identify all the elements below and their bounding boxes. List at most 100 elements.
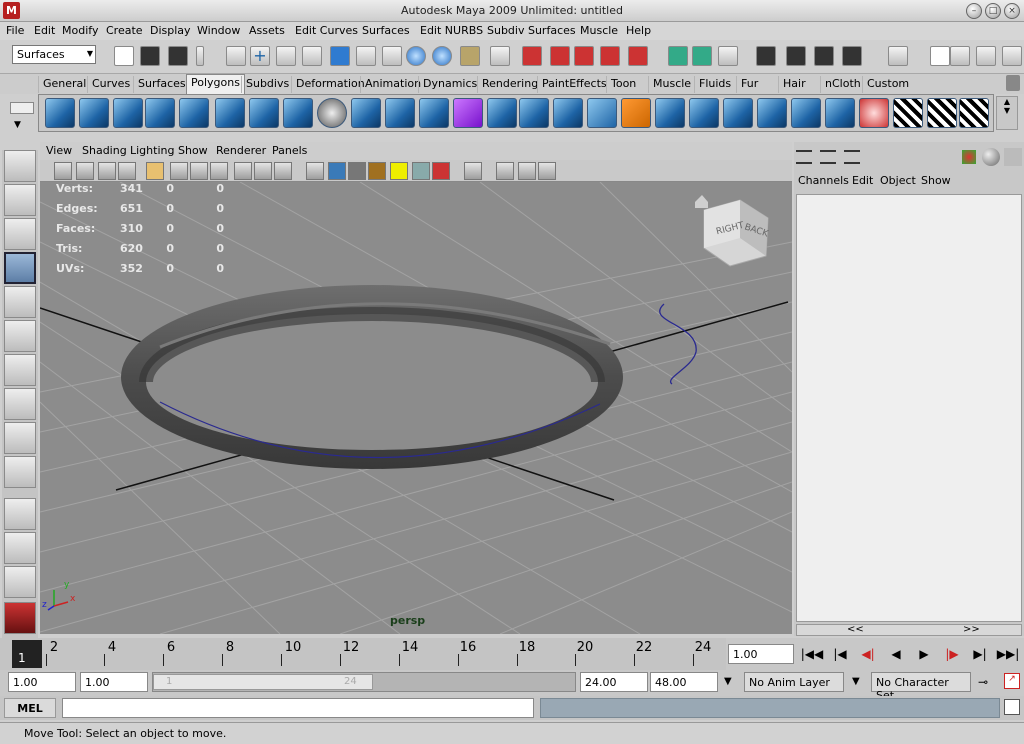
menu-file[interactable]: File xyxy=(6,24,24,37)
step-forward-frame-icon[interactable]: ▶| xyxy=(968,644,992,664)
paint-select-tool-icon[interactable] xyxy=(4,218,36,250)
panel-menu-panels[interactable]: Panels xyxy=(272,144,307,157)
menu-modify[interactable]: Modify xyxy=(62,24,98,37)
isolate-select-icon[interactable] xyxy=(464,162,482,180)
step-forward-key-icon[interactable]: |▶ xyxy=(940,644,964,664)
snap-view-icon[interactable] xyxy=(574,46,594,66)
snap-curve-icon[interactable] xyxy=(522,46,542,66)
camera-attributes-icon[interactable] xyxy=(54,162,72,180)
input-field[interactable] xyxy=(930,46,950,66)
menu-create[interactable]: Create xyxy=(106,24,143,37)
range-bar[interactable]: 1 24 xyxy=(152,672,576,692)
universal-manipulator-icon[interactable] xyxy=(4,354,36,386)
panel-menu-view[interactable]: View xyxy=(46,144,72,157)
resolution-gate-icon[interactable] xyxy=(190,162,208,180)
outliner-layout-icon[interactable] xyxy=(4,566,36,598)
safe-action-icon[interactable] xyxy=(254,162,272,180)
field-chart-icon[interactable] xyxy=(234,162,252,180)
grid-icon[interactable] xyxy=(146,162,164,180)
step-back-frame-icon[interactable]: |◀ xyxy=(828,644,852,664)
character-set-field[interactable]: No Character Set xyxy=(871,672,971,702)
anim-layer-field[interactable]: No Anim Layer xyxy=(744,672,844,692)
planar-mapping-icon[interactable] xyxy=(927,98,957,128)
soft-mod-tool-icon[interactable] xyxy=(4,388,36,420)
four-pane-layout-icon[interactable] xyxy=(4,532,36,564)
shelf-menu-arrow-icon[interactable]: ▼ xyxy=(14,120,21,130)
scroll-right-button[interactable]: >> xyxy=(963,624,980,635)
poly-prism-icon[interactable] xyxy=(249,98,279,128)
step-back-key-icon[interactable]: ◀| xyxy=(856,644,880,664)
gate-mask-icon[interactable] xyxy=(210,162,228,180)
wireframe-icon[interactable] xyxy=(306,162,324,180)
tab-ncloth[interactable]: nCloth xyxy=(820,76,865,93)
tab-muscle[interactable]: Muscle xyxy=(648,76,695,93)
scroll-up-icon[interactable]: ▲ xyxy=(997,97,1017,106)
channels-menu-object[interactable]: Object xyxy=(880,174,916,187)
poly-plane-icon[interactable] xyxy=(179,98,209,128)
insert-edge-loop-icon[interactable] xyxy=(655,98,685,128)
key-icon[interactable]: ⊸ xyxy=(978,675,988,689)
range-handle[interactable]: 1 24 xyxy=(153,674,373,690)
menu-edit[interactable]: Edit xyxy=(34,24,55,37)
move-tool-icon[interactable] xyxy=(4,252,36,284)
tab-animation[interactable]: Animation xyxy=(360,76,425,93)
minimize-button[interactable]: – xyxy=(966,3,982,19)
snap-grid-icon[interactable] xyxy=(490,46,510,66)
tab-toon[interactable]: Toon xyxy=(606,76,640,93)
boolean-union-icon[interactable] xyxy=(385,98,415,128)
save-scene-icon[interactable] xyxy=(168,46,188,66)
select-joints-icon[interactable] xyxy=(356,46,376,66)
hierarchy-icon[interactable]: + xyxy=(250,46,270,66)
play-backwards-icon[interactable]: ◀ xyxy=(884,644,908,664)
smooth-shade-icon[interactable] xyxy=(328,162,346,180)
collapse-edge-icon[interactable] xyxy=(791,98,821,128)
bridge-icon[interactable] xyxy=(553,98,583,128)
film-gate-icon[interactable] xyxy=(170,162,188,180)
menu-edit-nurbs[interactable]: Edit NURBS xyxy=(420,24,483,37)
tool-settings-icon[interactable] xyxy=(962,150,976,164)
panel-menu-shading[interactable]: Shading xyxy=(82,144,127,157)
open-scene-icon[interactable] xyxy=(140,46,160,66)
auto-mapping-icon[interactable] xyxy=(959,98,989,128)
playback-end-field[interactable]: 24.00 xyxy=(580,672,648,692)
lasso-tool-icon[interactable] xyxy=(4,184,36,216)
collapse-icon[interactable] xyxy=(196,46,204,66)
uv-checker-icon[interactable] xyxy=(893,98,923,128)
command-input[interactable] xyxy=(62,698,534,718)
time-slider[interactable]: 1 2 4 6 8 10 12 14 16 18 20 22 24 xyxy=(0,638,726,670)
poly-cube-icon[interactable] xyxy=(79,98,109,128)
new-scene-icon[interactable] xyxy=(114,46,134,66)
tab-polygons[interactable]: Polygons xyxy=(186,74,245,94)
select-mode-icon[interactable] xyxy=(226,46,246,66)
panel-menu-lighting[interactable]: Lighting xyxy=(130,144,174,157)
channels-menu-channels[interactable]: Channels xyxy=(798,174,849,187)
render-frame-icon[interactable] xyxy=(786,46,806,66)
smooth-icon[interactable] xyxy=(453,98,483,128)
magnet-icon[interactable] xyxy=(628,46,648,66)
channels-menu-edit[interactable]: Edit xyxy=(852,174,873,187)
play-forwards-icon[interactable]: ▶ xyxy=(912,644,936,664)
tab-hair[interactable]: Hair xyxy=(778,76,810,93)
end-time-field[interactable]: 48.00 xyxy=(650,672,718,692)
wireframe-on-shaded-icon[interactable] xyxy=(348,162,366,180)
single-pane-layout-icon[interactable] xyxy=(4,498,36,530)
layer-editor-toggle-icon[interactable] xyxy=(820,150,836,164)
tab-subdivs[interactable]: Subdivs xyxy=(241,76,293,93)
render-settings-icon[interactable] xyxy=(842,46,862,66)
anim-prefs-icon[interactable]: ↗ xyxy=(1004,673,1020,689)
tab-fur[interactable]: Fur xyxy=(736,76,762,93)
menu-muscle[interactable]: Muscle xyxy=(580,24,618,37)
mel-python-toggle[interactable]: MEL xyxy=(4,698,56,718)
channel-list[interactable] xyxy=(796,194,1022,622)
output-ops-icon[interactable] xyxy=(692,46,712,66)
tab-painteffects[interactable]: PaintEffects xyxy=(537,76,611,93)
shadows-icon[interactable] xyxy=(412,162,430,180)
show-hide-channel-icon[interactable] xyxy=(1002,46,1022,66)
construction-history-icon[interactable] xyxy=(718,46,738,66)
separate-icon[interactable] xyxy=(351,98,381,128)
slide-edge-icon[interactable] xyxy=(825,98,855,128)
poly-pipe-icon[interactable] xyxy=(283,98,313,128)
script-editor-icon[interactable] xyxy=(1004,699,1020,715)
snap-point-icon[interactable] xyxy=(550,46,570,66)
menu-subdiv-surfaces[interactable]: Subdiv Surfaces xyxy=(487,24,576,37)
